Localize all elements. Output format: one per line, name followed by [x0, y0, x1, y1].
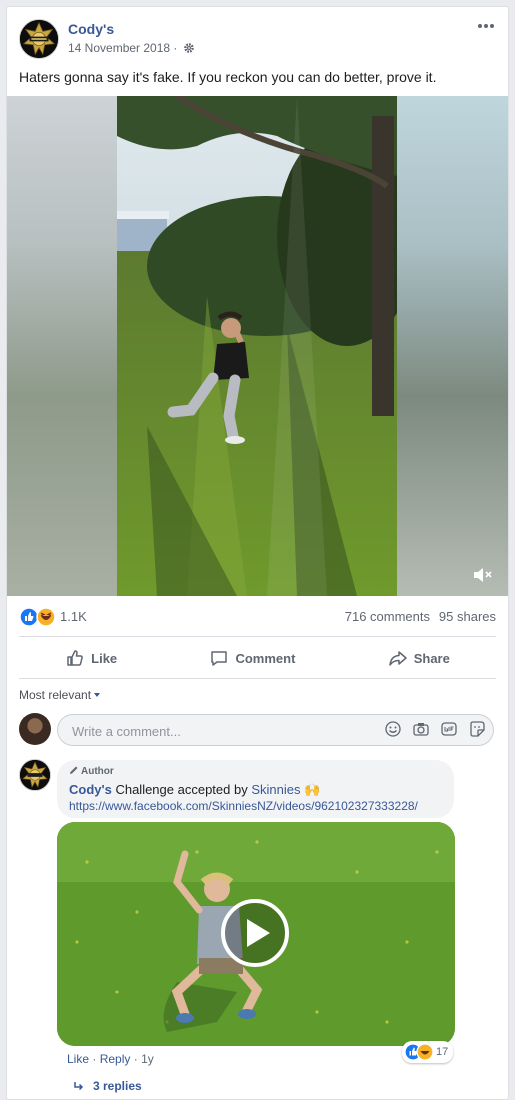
post-header: Cody's 14 November 2018 · — [19, 19, 496, 61]
comment-label: Comment — [235, 650, 296, 666]
post-meta: 14 November 2018 · — [68, 41, 195, 55]
post-date[interactable]: 14 November 2018 · — [68, 41, 177, 55]
comment-bubble: Author Cody's Challenge accepted by Skin… — [57, 760, 454, 818]
comment-mention-link[interactable]: Skinnies — [251, 782, 300, 797]
comment-input[interactable] — [70, 721, 364, 741]
replies-label: 3 replies — [93, 1079, 142, 1093]
like-button[interactable]: Like — [51, 642, 131, 674]
comment-emoji: 🙌 — [304, 782, 321, 797]
comments-count[interactable]: 716 comments — [345, 609, 430, 624]
pencil-icon — [70, 766, 78, 774]
gear-icon — [183, 43, 194, 53]
comment-icon — [211, 651, 228, 666]
author-tag: Author — [69, 765, 114, 777]
sticker-icon[interactable] — [469, 721, 485, 737]
post-actions: Like Comment Share — [19, 641, 496, 675]
comment-sort-dropdown[interactable]: Most relevant — [19, 688, 101, 702]
chevron-down-icon — [94, 693, 101, 697]
sheriff-badge-logo — [20, 20, 58, 58]
more-options-icon[interactable] — [476, 19, 496, 33]
comment-reply-link[interactable]: Reply — [100, 1052, 131, 1066]
camera-icon[interactable] — [413, 721, 429, 737]
comment-author-avatar[interactable] — [19, 759, 51, 791]
comment-button[interactable]: Comment — [195, 642, 309, 674]
comment-video-thumbnail[interactable] — [57, 822, 455, 1046]
video-frame — [117, 96, 397, 596]
comment-text-middle: Challenge accepted by — [115, 782, 248, 797]
reaction-icons[interactable] — [19, 607, 57, 627]
gif-icon[interactable] — [441, 721, 457, 737]
shares-count[interactable]: 95 shares — [439, 609, 496, 624]
post-stats: 1.1K 716 comments 95 shares — [19, 605, 496, 629]
play-icon[interactable] — [220, 898, 290, 968]
page-name-link[interactable]: Cody's — [68, 21, 114, 37]
comment-age[interactable]: 1y — [141, 1052, 154, 1066]
divider — [19, 678, 496, 679]
sheriff-badge-logo — [20, 760, 50, 790]
view-replies-link[interactable]: 3 replies — [73, 1079, 142, 1093]
comment-like-link[interactable]: Like — [67, 1052, 89, 1066]
post-card: Cody's 14 November 2018 · Haters gonna s… — [6, 6, 509, 1100]
comment-reaction-count: 17 — [436, 1046, 449, 1058]
share-label: Share — [413, 650, 450, 666]
reaction-count[interactable]: 1.1K — [60, 609, 87, 624]
mute-icon[interactable] — [472, 566, 492, 584]
author-tag-label: Author — [81, 766, 114, 777]
reply-arrow-icon — [74, 1082, 84, 1091]
thumbs-up-icon — [67, 650, 84, 666]
video-blur-left — [7, 96, 117, 596]
comment-url-link[interactable]: https://www.facebook.com/SkinniesNZ/vide… — [69, 799, 418, 813]
post-text: Haters gonna say it's fake. If you recko… — [19, 69, 437, 85]
video-blur-right — [397, 96, 508, 596]
like-label: Like — [91, 650, 118, 666]
reaction-icons — [404, 1043, 434, 1061]
share-icon — [388, 651, 407, 666]
current-user-avatar[interactable] — [19, 713, 51, 745]
share-button[interactable]: Share — [374, 642, 464, 674]
comment-reactions[interactable]: 17 — [402, 1041, 454, 1063]
page-avatar[interactable] — [19, 19, 59, 59]
comment-text: Cody's Challenge accepted by Skinnies 🙌 — [69, 782, 320, 798]
comment-author-name[interactable]: Cody's — [69, 782, 112, 797]
emoji-icon[interactable] — [385, 721, 401, 737]
sort-label: Most relevant — [19, 688, 92, 702]
post-video[interactable] — [7, 96, 508, 596]
divider — [19, 636, 496, 637]
comment-input-box[interactable] — [57, 714, 494, 746]
comment-input-tools — [385, 721, 485, 737]
comment-footer: Like · Reply · 1y — [67, 1052, 154, 1066]
